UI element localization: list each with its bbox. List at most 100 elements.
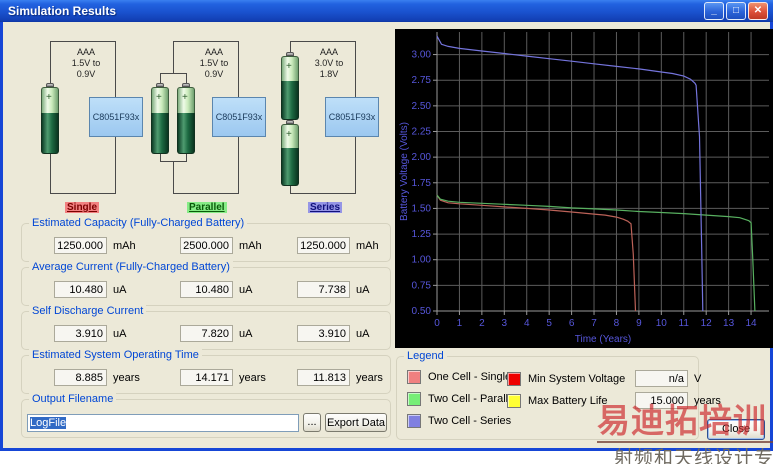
svg-text:10: 10 [656, 318, 668, 329]
legend-label: Two Cell - Parallel [428, 393, 517, 405]
unit-label: years [356, 372, 383, 384]
svg-text:4: 4 [524, 318, 530, 329]
svg-text:14: 14 [745, 318, 757, 329]
battery-icon: + [281, 52, 299, 120]
title-bar[interactable]: Simulation Results _ □ ✕ [0, 0, 773, 22]
svg-text:Time (Years): Time (Years) [575, 334, 632, 345]
svg-text:12: 12 [701, 318, 713, 329]
legend-swatch-series [407, 414, 421, 428]
svg-text:2.75: 2.75 [412, 75, 432, 86]
svg-text:1.75: 1.75 [412, 178, 432, 189]
svg-text:Battery Voltage (Volts): Battery Voltage (Volts) [399, 122, 410, 221]
export-data-button[interactable]: Export Data [325, 413, 387, 432]
current-series-field[interactable]: 7.738 [297, 281, 350, 298]
min-system-voltage-field[interactable]: n/a [635, 370, 688, 387]
groupbox-title: Self Discharge Current [29, 305, 146, 317]
unit-label: uA [239, 328, 252, 340]
current-single-field[interactable]: 10.480 [54, 281, 107, 298]
unit-label: mAh [113, 240, 136, 252]
groupbox-self-discharge: Self Discharge Current 3.910uA 7.820uA 3… [21, 311, 391, 350]
optime-series-field[interactable]: 11.813 [297, 369, 350, 386]
legend-swatch-min-voltage [507, 372, 521, 386]
groupbox-title: Estimated Capacity (Fully-Charged Batter… [29, 217, 247, 229]
window-title: Simulation Results [8, 4, 704, 18]
discharge-single-field[interactable]: 3.910 [54, 325, 107, 342]
svg-text:13: 13 [723, 318, 735, 329]
unit-label: years [113, 372, 140, 384]
svg-text:9: 9 [636, 318, 642, 329]
battery-note-series: AAA3.0V to1.8V [304, 47, 354, 80]
svg-text:0.75: 0.75 [412, 280, 432, 291]
groupbox-title: Legend [404, 350, 447, 362]
chip-parallel: C8051F93x [212, 97, 266, 137]
capacity-single-field[interactable]: 1250.000 [54, 237, 107, 254]
groupbox-title: Estimated System Operating Time [29, 349, 202, 361]
groupbox-output-filename: Output Filename LogFile ... Export Data [21, 399, 391, 438]
battery-icon: + [281, 120, 299, 186]
svg-text:1: 1 [457, 318, 463, 329]
unit-label: mAh [239, 240, 262, 252]
groupbox-estimated-capacity: Estimated Capacity (Fully-Charged Batter… [21, 223, 391, 262]
battery-icon: + [151, 83, 169, 154]
groupbox-average-current: Average Current (Fully-Charged Battery) … [21, 267, 391, 306]
groupbox-title: Output Filename [29, 393, 116, 405]
svg-text:2.00: 2.00 [412, 152, 432, 163]
chart-svg: 0.500.751.001.251.501.752.002.252.502.75… [395, 29, 773, 348]
unit-label: years [239, 372, 266, 384]
screenshot-root: Simulation Results _ □ ✕ + AAA1.5V to0.9… [0, 0, 773, 464]
svg-text:3.00: 3.00 [412, 50, 432, 61]
unit-label: V [694, 373, 701, 385]
maximize-icon[interactable]: □ [726, 2, 746, 20]
svg-text:1.00: 1.00 [412, 255, 432, 266]
svg-text:2.25: 2.25 [412, 126, 432, 137]
simulation-results-window: Simulation Results _ □ ✕ + AAA1.5V to0.9… [0, 0, 773, 451]
unit-label: uA [356, 328, 369, 340]
close-icon[interactable]: ✕ [748, 2, 768, 20]
groupbox-operating-time: Estimated System Operating Time 8.885yea… [21, 355, 391, 394]
optime-parallel-field[interactable]: 14.171 [180, 369, 233, 386]
legend-label: One Cell - Single [428, 371, 511, 383]
capacity-series-field[interactable]: 1250.000 [297, 237, 350, 254]
output-filename-input[interactable]: LogFile [27, 414, 299, 432]
unit-label: mAh [356, 240, 379, 252]
unit-label: uA [239, 284, 252, 296]
config-label-parallel: Parallel [187, 202, 227, 213]
svg-text:2.50: 2.50 [412, 101, 432, 112]
unit-label: uA [113, 284, 126, 296]
chip-series: C8051F93x [325, 97, 379, 137]
minimize-icon[interactable]: _ [704, 2, 724, 20]
config-label-single: Single [65, 202, 99, 213]
browse-button[interactable]: ... [303, 413, 321, 432]
selected-text: LogFile [30, 417, 66, 429]
legend-label: Min System Voltage [528, 373, 628, 385]
svg-text:1.50: 1.50 [412, 203, 432, 214]
svg-text:6: 6 [569, 318, 575, 329]
capacity-parallel-field[interactable]: 2500.000 [180, 237, 233, 254]
discharge-parallel-field[interactable]: 7.820 [180, 325, 233, 342]
svg-text:0.50: 0.50 [412, 306, 432, 317]
unit-label: uA [356, 284, 369, 296]
unit-label: uA [113, 328, 126, 340]
svg-text:5: 5 [546, 318, 552, 329]
discharge-series-field[interactable]: 3.910 [297, 325, 350, 342]
watermark-text: 易迪拓培训 [597, 401, 773, 441]
chip-single: C8051F93x [89, 97, 143, 137]
svg-text:3: 3 [502, 318, 508, 329]
current-parallel-field[interactable]: 10.480 [180, 281, 233, 298]
svg-text:8: 8 [614, 318, 620, 329]
groupbox-title: Average Current (Fully-Charged Battery) [29, 261, 233, 273]
legend-swatch-single [407, 370, 421, 384]
watermark-subtext: 射频和天线设计专家 [614, 443, 773, 464]
svg-text:7: 7 [591, 318, 597, 329]
svg-text:0: 0 [434, 318, 440, 329]
legend-label: Two Cell - Series [428, 415, 511, 427]
legend-swatch-max-life [507, 394, 521, 408]
battery-voltage-chart: 0.500.751.001.251.501.752.002.252.502.75… [395, 29, 773, 348]
svg-text:11: 11 [679, 318, 690, 329]
battery-icon: + [177, 83, 195, 154]
config-label-series: Series [308, 202, 342, 213]
legend-swatch-parallel [407, 392, 421, 406]
battery-note-parallel: AAA1.5V to0.9V [189, 47, 239, 80]
optime-single-field[interactable]: 8.885 [54, 369, 107, 386]
svg-text:2: 2 [479, 318, 485, 329]
